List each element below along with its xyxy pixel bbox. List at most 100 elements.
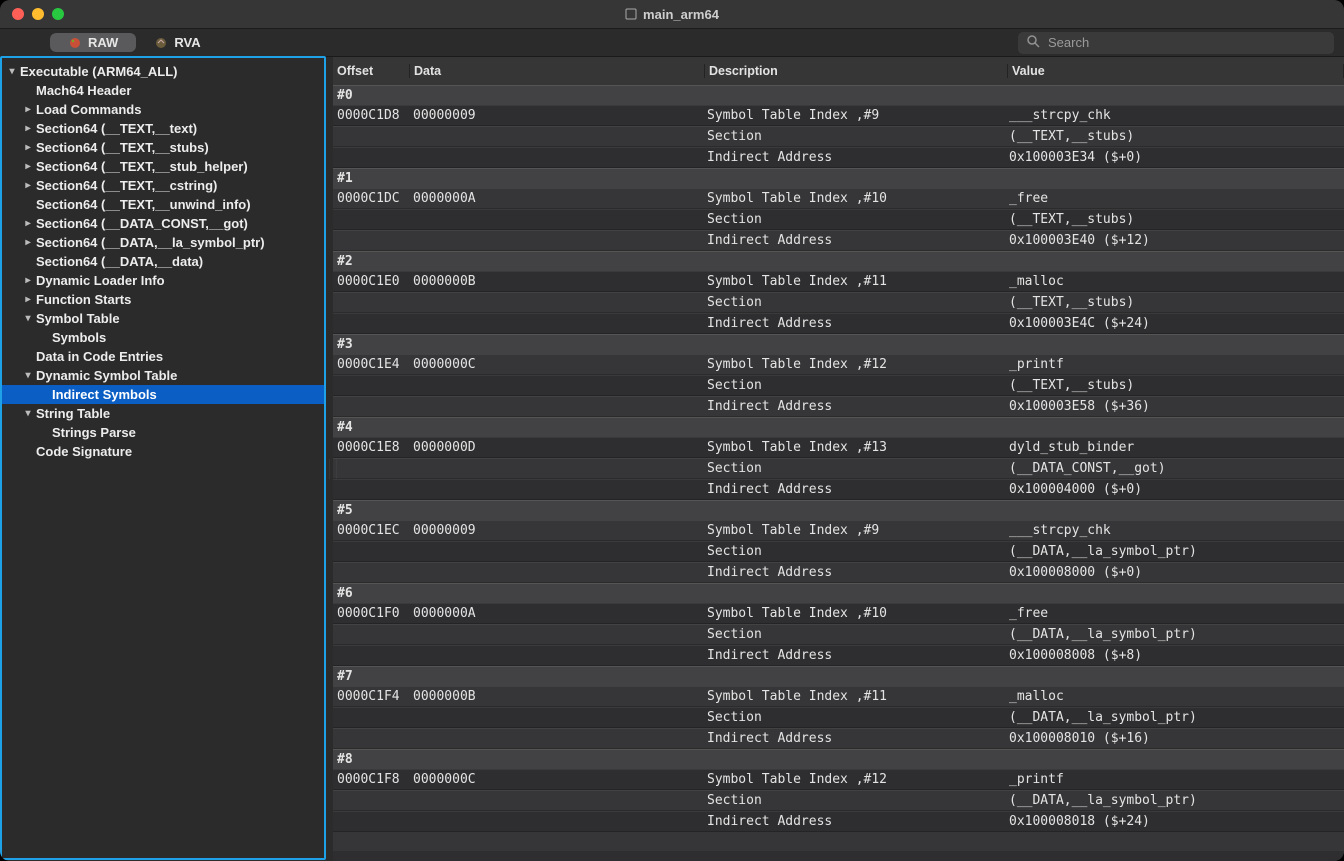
search-field[interactable]: [1018, 32, 1334, 54]
group-header[interactable]: #8: [333, 749, 1344, 769]
tree-item[interactable]: Mach64 Header: [2, 81, 324, 100]
table-row[interactable]: 0000C1E00000000BSymbol Table Index ,#11_…: [333, 271, 1344, 292]
caret-down-icon[interactable]: ▾: [22, 405, 34, 423]
caret-right-icon[interactable]: ▸: [22, 177, 34, 195]
table-row[interactable]: Indirect Address0x100003E4C ($+24): [333, 313, 1344, 334]
table-row[interactable]: Section(__TEXT,__stubs): [333, 209, 1344, 230]
tree-item[interactable]: Data in Code Entries: [2, 347, 324, 366]
tree-item[interactable]: Indirect Symbols: [2, 385, 324, 404]
group-header[interactable]: #3: [333, 334, 1344, 354]
cell: #6: [333, 584, 409, 603]
table-row[interactable]: 0000C1F80000000CSymbol Table Index ,#12_…: [333, 769, 1344, 790]
splitter[interactable]: [326, 57, 333, 861]
table-row[interactable]: Section(__TEXT,__stubs): [333, 375, 1344, 396]
col-header-description[interactable]: Description: [705, 64, 1008, 78]
caret-down-icon[interactable]: ▾: [22, 310, 34, 328]
table-row[interactable]: Indirect Address0x100004000 ($+0): [333, 479, 1344, 500]
cell: [703, 750, 1005, 769]
cell: Section: [703, 625, 1005, 644]
caret-right-icon[interactable]: ▸: [22, 272, 34, 290]
cell: [1005, 750, 1344, 769]
table-body[interactable]: #00000C1D800000009Symbol Table Index ,#9…: [333, 85, 1344, 861]
table-row[interactable]: Section(__TEXT,__stubs): [333, 126, 1344, 147]
table-row[interactable]: 0000C1E40000000CSymbol Table Index ,#12_…: [333, 354, 1344, 375]
tree-item[interactable]: ▸Function Starts: [2, 290, 324, 309]
cell: [333, 314, 409, 333]
caret-down-icon[interactable]: ▾: [6, 63, 18, 81]
table-row[interactable]: 0000C1E80000000DSymbol Table Index ,#13d…: [333, 437, 1344, 458]
tree-item-label: Section64 (__TEXT,__cstring): [34, 177, 217, 195]
tree-item[interactable]: ▸Load Commands: [2, 100, 324, 119]
tree-item[interactable]: Strings Parse: [2, 423, 324, 442]
tree-item[interactable]: ▸Section64 (__DATA_CONST,__got): [2, 214, 324, 233]
group-header[interactable]: #6: [333, 583, 1344, 603]
seg-raw[interactable]: RAW: [50, 33, 136, 52]
tree-item[interactable]: ▾Dynamic Symbol Table: [2, 366, 324, 385]
content-area: ▾Executable (ARM64_ALL)Mach64 Header▸Loa…: [0, 57, 1344, 861]
group-header[interactable]: #5: [333, 500, 1344, 520]
tree-item[interactable]: ▸Section64 (__TEXT,__stubs): [2, 138, 324, 157]
table-row[interactable]: Indirect Address0x100008008 ($+8): [333, 645, 1344, 666]
caret-right-icon[interactable]: ▸: [22, 101, 34, 119]
tree-item[interactable]: ▸Section64 (__TEXT,__text): [2, 119, 324, 138]
col-header-value[interactable]: Value: [1008, 64, 1344, 78]
table-row[interactable]: Indirect Address0x100008018 ($+24): [333, 811, 1344, 832]
cell: [1005, 584, 1344, 603]
cell: 0000C1F8: [333, 770, 409, 789]
cell: (__DATA_CONST,__got): [1005, 459, 1344, 478]
search-input[interactable]: [1046, 34, 1326, 51]
tree-item[interactable]: ▾String Table: [2, 404, 324, 423]
group-header[interactable]: #0: [333, 85, 1344, 105]
table-row[interactable]: Indirect Address0x100003E34 ($+0): [333, 147, 1344, 168]
col-header-offset[interactable]: Offset: [333, 64, 410, 78]
cell: 0000000C: [409, 355, 703, 374]
tree-item-label: String Table: [34, 405, 110, 423]
table-row[interactable]: Section(__DATA,__la_symbol_ptr): [333, 790, 1344, 811]
tree-item[interactable]: ▸Section64 (__TEXT,__stub_helper): [2, 157, 324, 176]
cell: [703, 501, 1005, 520]
caret-right-icon[interactable]: ▸: [22, 291, 34, 309]
table-row[interactable]: 0000C1DC0000000ASymbol Table Index ,#10_…: [333, 188, 1344, 209]
caret-down-icon[interactable]: ▾: [22, 367, 34, 385]
table-row[interactable]: 0000C1EC00000009Symbol Table Index ,#9__…: [333, 520, 1344, 541]
tree-item[interactable]: ▸Section64 (__TEXT,__cstring): [2, 176, 324, 195]
cell: [333, 231, 409, 250]
group-header[interactable]: #1: [333, 168, 1344, 188]
col-header-data[interactable]: Data: [410, 64, 705, 78]
table-row[interactable]: 0000C1F40000000BSymbol Table Index ,#11_…: [333, 686, 1344, 707]
minimize-window-button[interactable]: [32, 8, 44, 20]
caret-right-icon[interactable]: ▸: [22, 139, 34, 157]
table-row[interactable]: Section(__DATA,__la_symbol_ptr): [333, 624, 1344, 645]
table-row[interactable]: Indirect Address0x100003E40 ($+12): [333, 230, 1344, 251]
group-header[interactable]: #2: [333, 251, 1344, 271]
tree-item[interactable]: Symbols: [2, 328, 324, 347]
tree-item[interactable]: ▾Symbol Table: [2, 309, 324, 328]
tree-item[interactable]: ▸Dynamic Loader Info: [2, 271, 324, 290]
close-window-button[interactable]: [12, 8, 24, 20]
sidebar[interactable]: ▾Executable (ARM64_ALL)Mach64 Header▸Loa…: [0, 56, 326, 860]
table-row[interactable]: Indirect Address0x100008010 ($+16): [333, 728, 1344, 749]
tree-item-label: Section64 (__DATA,__la_symbol_ptr): [34, 234, 265, 252]
group-header[interactable]: #7: [333, 666, 1344, 686]
caret-right-icon[interactable]: ▸: [22, 120, 34, 138]
caret-right-icon[interactable]: ▸: [22, 215, 34, 233]
table-row[interactable]: Indirect Address0x100008000 ($+0): [333, 562, 1344, 583]
group-header[interactable]: #4: [333, 417, 1344, 437]
table-row[interactable]: Section(__DATA_CONST,__got): [333, 458, 1344, 479]
caret-right-icon[interactable]: ▸: [22, 158, 34, 176]
table-row[interactable]: Section(__TEXT,__stubs): [333, 292, 1344, 313]
zoom-window-button[interactable]: [52, 8, 64, 20]
tree-item[interactable]: Section64 (__TEXT,__unwind_info): [2, 195, 324, 214]
caret-right-icon[interactable]: ▸: [22, 234, 34, 252]
table-row[interactable]: Indirect Address0x100003E58 ($+36): [333, 396, 1344, 417]
tree-item[interactable]: Code Signature: [2, 442, 324, 461]
tree-item[interactable]: ▸Section64 (__DATA,__la_symbol_ptr): [2, 233, 324, 252]
tree-item[interactable]: ▾Executable (ARM64_ALL): [2, 62, 324, 81]
table-row[interactable]: 0000C1F00000000ASymbol Table Index ,#10_…: [333, 603, 1344, 624]
table-row[interactable]: Section(__DATA,__la_symbol_ptr): [333, 707, 1344, 728]
cell: [333, 625, 409, 644]
seg-rva[interactable]: RVA: [136, 33, 218, 52]
table-row[interactable]: 0000C1D800000009Symbol Table Index ,#9__…: [333, 105, 1344, 126]
table-row[interactable]: Section(__DATA,__la_symbol_ptr): [333, 541, 1344, 562]
tree-item[interactable]: Section64 (__DATA,__data): [2, 252, 324, 271]
